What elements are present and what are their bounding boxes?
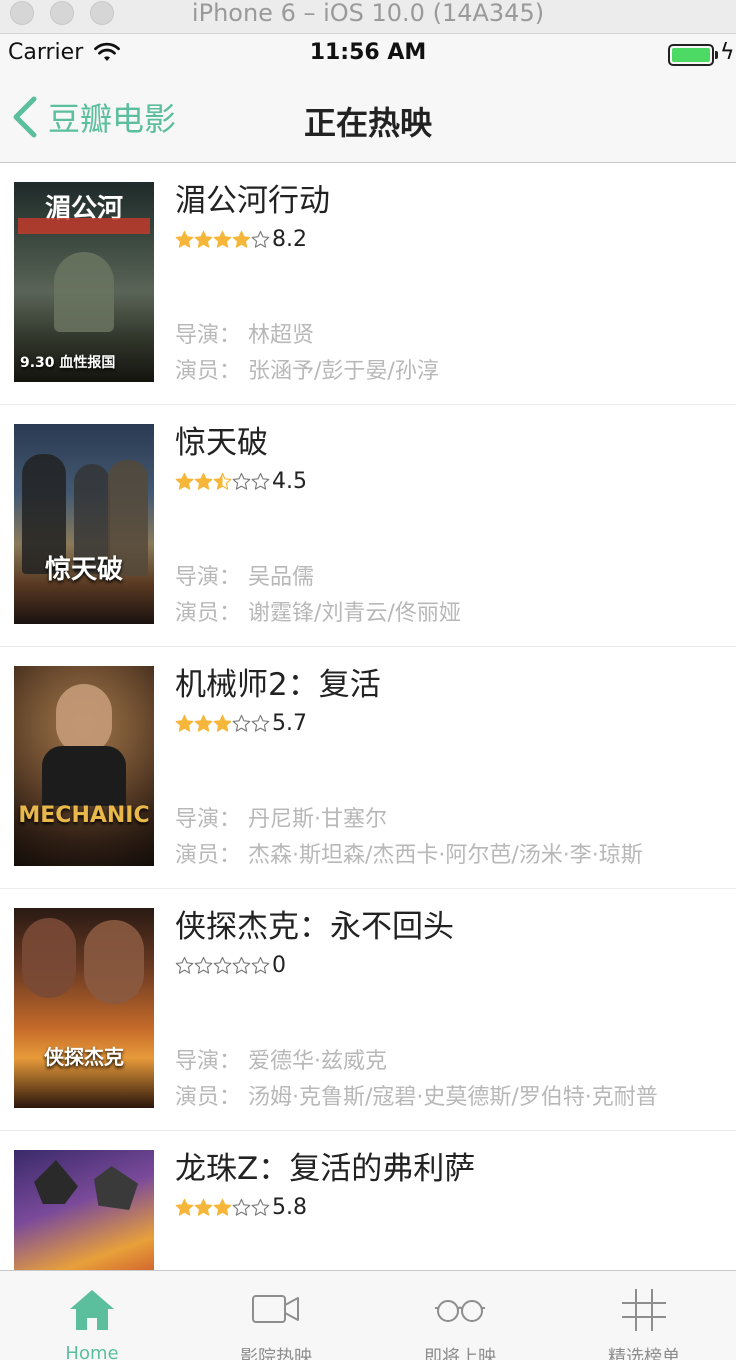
status-bar: Carrier 11:56 AM ϟ bbox=[0, 34, 736, 74]
star-empty-icon bbox=[232, 956, 251, 974]
tab-coming-soon-label: 即将上映 bbox=[424, 1347, 496, 1360]
poster-caption: 9.30 血性报国 bbox=[20, 355, 116, 371]
grid-hash-icon bbox=[622, 1289, 666, 1331]
movie-title: 侠探杰克：永不回头 bbox=[175, 909, 454, 945]
star-half-icon bbox=[213, 472, 232, 490]
navigation-bar: 豆瓣电影 正在热映 bbox=[0, 74, 736, 163]
movie-rating: 0 bbox=[175, 949, 726, 981]
tab-coming-soon[interactable]: 即将上映 bbox=[368, 1271, 552, 1360]
movie-row[interactable]: 湄公河 9.30 血性报国 湄公河行动 8.2 导演： 林超贤 演员： 张涵予/… bbox=[0, 163, 736, 405]
movie-actors: 演员： 张涵予/彭于晏/孙淳 bbox=[175, 359, 439, 384]
glasses-icon bbox=[435, 1300, 485, 1322]
video-camera-icon bbox=[252, 1295, 299, 1323]
movie-rating: 5.8 bbox=[175, 1191, 726, 1223]
movie-poster bbox=[14, 1150, 154, 1270]
movie-title: 湄公河行动 bbox=[175, 183, 330, 219]
movie-actors: 演员： 谢霆锋/刘青云/佟丽娅 bbox=[175, 601, 461, 626]
movie-row[interactable]: 龙珠Z：复活的弗利萨 5.8 bbox=[0, 1131, 736, 1270]
star-empty-icon bbox=[175, 956, 194, 974]
status-time: 11:56 AM bbox=[309, 40, 427, 65]
star-empty-icon bbox=[194, 956, 213, 974]
page-title: 正在热映 bbox=[303, 104, 432, 142]
home-icon bbox=[70, 1290, 114, 1330]
movie-rating: 4.5 bbox=[175, 465, 726, 497]
star-rating bbox=[175, 956, 270, 975]
star-filled-icon bbox=[213, 230, 232, 248]
star-rating bbox=[175, 230, 270, 249]
poster-caption: 侠探杰克 bbox=[44, 1045, 124, 1069]
movie-actors: 演员： 杰森·斯坦森/杰西卡·阿尔芭/汤米·李·琼斯 bbox=[175, 843, 643, 868]
movie-score: 8.2 bbox=[272, 226, 307, 252]
movie-rating: 5.7 bbox=[175, 707, 726, 739]
star-filled-icon bbox=[213, 1198, 232, 1216]
movie-director: 导演： 丹尼斯·甘塞尔 bbox=[175, 807, 387, 832]
star-filled-icon bbox=[194, 1198, 213, 1216]
movie-poster: 湄公河 9.30 血性报国 bbox=[14, 182, 154, 382]
star-empty-icon bbox=[232, 472, 251, 490]
movie-row[interactable]: 侠探杰克 侠探杰克：永不回头 0 导演： 爱德华·兹威克 演员： 汤姆·克鲁斯/… bbox=[0, 889, 736, 1131]
tab-now-showing-label: 影院热映 bbox=[240, 1347, 312, 1360]
movie-title: 龙珠Z：复活的弗利萨 bbox=[175, 1151, 476, 1187]
star-filled-icon bbox=[194, 714, 213, 732]
star-filled-icon bbox=[175, 1198, 194, 1216]
tab-home-label: Home bbox=[65, 1343, 119, 1360]
movie-rating: 8.2 bbox=[175, 223, 726, 255]
simulator-title: iPhone 6 – iOS 10.0 (14A345) bbox=[191, 0, 545, 27]
movie-title: 机械师2：复活 bbox=[175, 667, 381, 703]
star-empty-icon bbox=[251, 230, 270, 248]
star-empty-icon bbox=[213, 956, 232, 974]
movie-list[interactable]: 湄公河 9.30 血性报国 湄公河行动 8.2 导演： 林超贤 演员： 张涵予/… bbox=[0, 163, 736, 1270]
star-filled-icon bbox=[175, 230, 194, 248]
movie-poster: 侠探杰克 bbox=[14, 908, 154, 1108]
battery-icon bbox=[668, 44, 714, 66]
star-filled-icon bbox=[194, 472, 213, 490]
star-filled-icon bbox=[175, 714, 194, 732]
movie-score: 4.5 bbox=[272, 468, 307, 494]
star-rating bbox=[175, 472, 270, 491]
movie-poster: 惊天破 bbox=[14, 424, 154, 624]
movie-director: 导演： 爱德华·兹威克 bbox=[175, 1049, 387, 1074]
battery-tip bbox=[715, 51, 718, 59]
star-empty-icon bbox=[251, 714, 270, 732]
star-empty-icon bbox=[232, 1198, 251, 1216]
movie-score: 5.8 bbox=[272, 1194, 307, 1220]
star-filled-icon bbox=[232, 230, 251, 248]
star-filled-icon bbox=[213, 714, 232, 732]
star-empty-icon bbox=[232, 714, 251, 732]
simulator-titlebar: iPhone 6 – iOS 10.0 (14A345) bbox=[0, 0, 736, 34]
poster-caption: MECHANIC bbox=[18, 803, 150, 828]
movie-score: 5.7 bbox=[272, 710, 307, 736]
tab-top-picks-label: 精选榜单 bbox=[608, 1347, 680, 1360]
tab-bar: Home 影院热映 即将上映 精选榜单 bbox=[0, 1270, 736, 1360]
movie-director: 导演： 林超贤 bbox=[175, 323, 314, 348]
tab-home[interactable]: Home bbox=[0, 1271, 184, 1360]
tab-now-showing[interactable]: 影院热映 bbox=[184, 1271, 368, 1360]
movie-director: 导演： 吴品儒 bbox=[175, 565, 314, 590]
movie-row[interactable]: 惊天破 惊天破 4.5 导演： 吴品儒 演员： 谢霆锋/刘青云/佟丽娅 bbox=[0, 405, 736, 647]
movie-score: 0 bbox=[272, 952, 286, 978]
star-empty-icon bbox=[251, 472, 270, 490]
star-rating bbox=[175, 1198, 270, 1217]
star-filled-icon bbox=[194, 230, 213, 248]
movie-row[interactable]: MECHANIC 机械师2：复活 5.7 导演： 丹尼斯·甘塞尔 演员： 杰森·… bbox=[0, 647, 736, 889]
star-empty-icon bbox=[251, 956, 270, 974]
star-filled-icon bbox=[175, 472, 194, 490]
tab-top-picks[interactable]: 精选榜单 bbox=[552, 1271, 736, 1360]
star-empty-icon bbox=[251, 1198, 270, 1216]
movie-poster: MECHANIC bbox=[14, 666, 154, 866]
star-rating bbox=[175, 714, 270, 733]
movie-title: 惊天破 bbox=[175, 425, 268, 461]
poster-caption: 惊天破 bbox=[44, 555, 123, 585]
movie-actors: 演员： 汤姆·克鲁斯/寇碧·史莫德斯/罗伯特·克耐普 bbox=[175, 1085, 658, 1110]
charging-bolt-icon: ϟ bbox=[720, 40, 735, 65]
